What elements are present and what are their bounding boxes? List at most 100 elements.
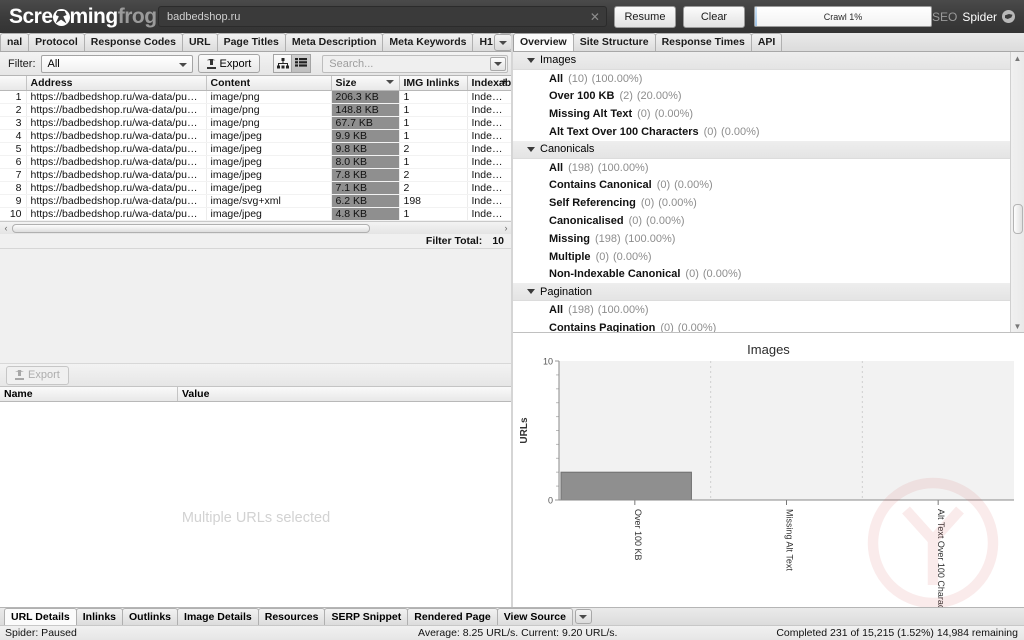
hscroll-thumb[interactable] bbox=[12, 223, 370, 233]
cell-rownum[interactable]: 1 bbox=[0, 90, 27, 104]
tree-view-icon[interactable] bbox=[273, 54, 293, 73]
cell-indexability[interactable]: Indexable bbox=[467, 142, 512, 156]
tab-api[interactable]: API bbox=[750, 33, 783, 51]
cell-rownum[interactable]: 9 bbox=[0, 194, 27, 208]
plus-icon[interactable]: + bbox=[501, 77, 507, 88]
tree-item-self-referencing[interactable]: Self Referencing (0) (0.00%) bbox=[513, 194, 1024, 213]
table-horizontal-scrollbar[interactable]: ‹ › bbox=[0, 220, 512, 234]
cell-rownum[interactable]: 4 bbox=[0, 129, 27, 143]
overview-vertical-scrollbar[interactable]: ▲ ▼ bbox=[1010, 52, 1024, 332]
tab-response-codes[interactable]: Response Codes bbox=[83, 33, 183, 51]
detail-tab-overflow-chevron-down-icon[interactable] bbox=[574, 609, 592, 624]
cell-img-inlinks[interactable]: 2 bbox=[399, 181, 468, 195]
table-row[interactable]: 2https://badbedshop.ru/wa-data/public/si… bbox=[0, 103, 512, 117]
tree-item-alt-text-over-100-characters[interactable]: Alt Text Over 100 Characters (0) (0.00%) bbox=[513, 123, 1024, 141]
column-header-name[interactable]: Name bbox=[0, 387, 178, 401]
tree-item-missing[interactable]: Missing (198) (100.00%) bbox=[513, 229, 1024, 248]
cell-img-inlinks[interactable]: 1 bbox=[399, 155, 468, 169]
cell-indexability[interactable]: Indexable bbox=[467, 90, 512, 104]
tree-item-contains-pagination[interactable]: Contains Pagination (0) (0.00%) bbox=[513, 318, 1024, 332]
url-input-wrapper[interactable]: ✕ bbox=[158, 6, 607, 27]
cell-indexability[interactable]: Indexable bbox=[467, 103, 512, 117]
tab-overflow-chevron-down-icon[interactable] bbox=[494, 34, 512, 51]
cell-content-type[interactable]: image/svg+xml bbox=[206, 194, 332, 208]
cell-size[interactable]: 6.2 KB bbox=[331, 194, 400, 208]
cell-content-type[interactable]: image/jpeg bbox=[206, 155, 332, 169]
detail-tab-view-source[interactable]: View Source bbox=[496, 608, 573, 625]
triangle-down-icon[interactable] bbox=[527, 146, 535, 152]
cell-size[interactable]: 8.0 KB bbox=[331, 155, 400, 169]
cell-rownum[interactable]: 5 bbox=[0, 142, 27, 156]
column-header-indexability[interactable]: Indexabi + bbox=[467, 76, 514, 91]
cell-img-inlinks[interactable]: 1 bbox=[399, 116, 468, 130]
cell-content-type[interactable]: image/jpeg bbox=[206, 142, 332, 156]
tab-response-times[interactable]: Response Times bbox=[654, 33, 752, 51]
cell-size[interactable]: 67.7 KB bbox=[331, 116, 400, 130]
filter-dropdown[interactable]: All bbox=[40, 54, 193, 73]
url-input[interactable] bbox=[159, 7, 606, 26]
tree-item-canonicalised[interactable]: Canonicalised (0) (0.00%) bbox=[513, 212, 1024, 230]
cell-content-type[interactable]: image/jpeg bbox=[206, 168, 332, 182]
cell-size[interactable]: 7.1 KB bbox=[331, 181, 400, 195]
detail-tab-image-details[interactable]: Image Details bbox=[177, 608, 259, 625]
cell-indexability[interactable]: Indexable bbox=[467, 181, 512, 195]
tree-item-contains-canonical[interactable]: Contains Canonical (0) (0.00%) bbox=[513, 176, 1024, 195]
column-header-img-inlinks[interactable]: IMG Inlinks bbox=[399, 76, 468, 91]
tree-item-all[interactable]: All (198) (100.00%) bbox=[513, 301, 1024, 319]
cell-rownum[interactable]: 6 bbox=[0, 155, 27, 169]
column-header-size[interactable]: Size bbox=[331, 76, 400, 91]
chevron-up-icon[interactable]: ▲ bbox=[1011, 52, 1024, 64]
cell-size[interactable]: 9.8 KB bbox=[331, 142, 400, 156]
cell-content-type[interactable]: image/png bbox=[206, 90, 332, 104]
cell-address[interactable]: https://badbedshop.ru/wa-data/public/sit… bbox=[26, 194, 207, 208]
cell-img-inlinks[interactable]: 1 bbox=[399, 129, 468, 143]
column-header-value[interactable]: Value bbox=[178, 387, 512, 401]
cell-size[interactable]: 4.8 KB bbox=[331, 207, 400, 221]
column-header-address[interactable]: Address bbox=[26, 76, 207, 91]
cell-rownum[interactable]: 7 bbox=[0, 168, 27, 182]
tree-item-multiple[interactable]: Multiple (0) (0.00%) bbox=[513, 247, 1024, 266]
table-row[interactable]: 6https://badbedshop.ru/wa-data/public/sh… bbox=[0, 155, 512, 169]
cell-size[interactable]: 206.3 KB bbox=[331, 90, 400, 104]
cell-indexability[interactable]: Indexable bbox=[467, 194, 512, 208]
cell-address[interactable]: https://badbedshop.ru/wa-data/public/sho… bbox=[26, 155, 207, 169]
triangle-down-icon[interactable] bbox=[527, 57, 535, 63]
column-header-content[interactable]: Content bbox=[206, 76, 332, 91]
search-input[interactable] bbox=[323, 56, 507, 71]
table-row[interactable]: 10https://badbedshop.ru/wa-data/public/s… bbox=[0, 207, 512, 221]
table-row[interactable]: 7https://badbedshop.ru/wa-data/public/sh… bbox=[0, 168, 512, 182]
tree-item-over-100-kb[interactable]: Over 100 KB (2) (20.00%) bbox=[513, 87, 1024, 106]
cell-address[interactable]: https://badbedshop.ru/wa-data/public/sho… bbox=[26, 142, 207, 156]
table-row[interactable]: 3https://badbedshop.ru/wa-data/public/si… bbox=[0, 116, 512, 130]
cell-indexability[interactable]: Indexable bbox=[467, 155, 512, 169]
detail-tab-outlinks[interactable]: Outlinks bbox=[122, 608, 179, 625]
triangle-down-icon[interactable] bbox=[527, 289, 535, 295]
tree-item-all[interactable]: All (10) (100.00%) bbox=[513, 69, 1024, 88]
cell-address[interactable]: https://badbedshop.ru/wa-data/public/sit… bbox=[26, 103, 207, 117]
table-row[interactable]: 4https://badbedshop.ru/wa-data/public/sh… bbox=[0, 129, 512, 143]
table-row[interactable]: 1https://badbedshop.ru/wa-data/public/si… bbox=[0, 90, 512, 104]
cell-indexability[interactable]: Indexable bbox=[467, 116, 512, 130]
twitter-bird-icon[interactable] bbox=[1002, 10, 1015, 23]
cell-indexability[interactable]: Indexable bbox=[467, 168, 512, 182]
tree-group-images[interactable]: Images bbox=[513, 52, 1024, 70]
tree-item-missing-alt-text[interactable]: Missing Alt Text (0) (0.00%) bbox=[513, 105, 1024, 124]
detail-tab-url-details[interactable]: URL Details bbox=[4, 608, 77, 625]
tab-url[interactable]: URL bbox=[181, 33, 218, 51]
table-row[interactable]: 9https://badbedshop.ru/wa-data/public/si… bbox=[0, 194, 512, 208]
cell-rownum[interactable]: 3 bbox=[0, 116, 27, 130]
cell-img-inlinks[interactable]: 1 bbox=[399, 103, 468, 117]
vscroll-thumb[interactable] bbox=[1013, 204, 1023, 234]
scroll-left-icon[interactable]: ‹ bbox=[0, 223, 12, 233]
cell-img-inlinks[interactable]: 1 bbox=[399, 207, 468, 221]
cell-address[interactable]: https://badbedshop.ru/wa-data/public/sho… bbox=[26, 181, 207, 195]
search-input-wrapper[interactable] bbox=[322, 54, 508, 73]
detail-tab-inlinks[interactable]: Inlinks bbox=[75, 608, 124, 625]
tab-overview[interactable]: Overview bbox=[513, 33, 574, 51]
cell-size[interactable]: 148.8 KB bbox=[331, 103, 400, 117]
tree-group-pagination[interactable]: Pagination bbox=[513, 283, 1024, 302]
cell-size[interactable]: 9.9 KB bbox=[331, 129, 400, 143]
tab-protocol[interactable]: Protocol bbox=[28, 33, 85, 51]
cell-img-inlinks[interactable]: 198 bbox=[399, 194, 468, 208]
cell-address[interactable]: https://badbedshop.ru/wa-data/public/sho… bbox=[26, 207, 207, 221]
